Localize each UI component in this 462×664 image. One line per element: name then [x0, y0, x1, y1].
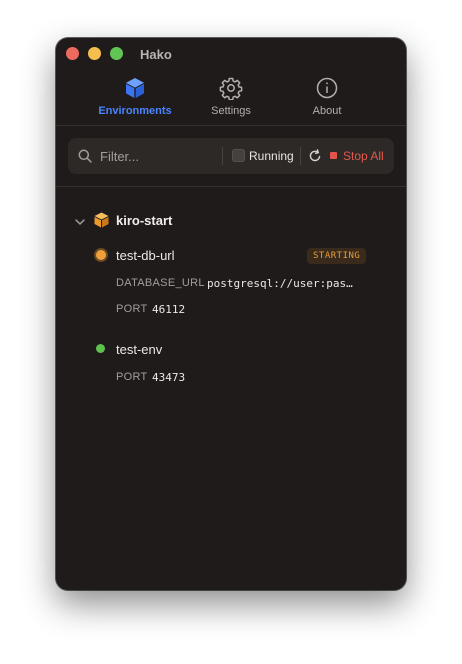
running-checkbox[interactable] [232, 149, 245, 162]
toolbar-separator [300, 147, 301, 165]
tab-label: Environments [98, 105, 172, 117]
tab-bar: Environments Settings About [56, 76, 406, 126]
stop-all-button[interactable]: Stop All [343, 149, 384, 163]
info-icon [316, 77, 338, 99]
chevron-down-icon[interactable] [74, 216, 86, 228]
status-dot-running [96, 344, 105, 353]
close-window-button[interactable] [66, 47, 79, 60]
running-filter-label[interactable]: Running [249, 149, 294, 163]
tab-about[interactable]: About [282, 76, 372, 117]
title-bar: Hako [56, 38, 406, 70]
tab-divider [56, 125, 406, 126]
minimize-window-button[interactable] [88, 47, 101, 60]
tab-environments[interactable]: Environments [90, 76, 180, 117]
status-dot-starting [96, 250, 106, 260]
package-icon [94, 212, 109, 228]
tab-label: Settings [211, 105, 251, 117]
cube-icon [126, 78, 144, 98]
search-icon [78, 149, 92, 163]
env-var-value: 43473 [152, 371, 186, 384]
environment-name[interactable]: test-env [116, 342, 162, 357]
status-badge: STARTING [307, 248, 367, 264]
window-title: Hako [140, 47, 172, 62]
env-var-value: 46112 [152, 303, 186, 316]
toolbar-separator [222, 147, 223, 165]
group-name: kiro-start [116, 213, 173, 228]
zoom-window-button[interactable] [110, 47, 123, 60]
env-var-key: PORT [116, 303, 148, 315]
gear-icon [219, 77, 243, 100]
stop-icon [330, 152, 337, 159]
filter-input[interactable] [100, 146, 218, 166]
filter-toolbar: Running Stop All [68, 138, 394, 174]
toolbar-divider [56, 186, 406, 187]
refresh-icon[interactable] [308, 149, 322, 163]
environment-group-header[interactable]: kiro-start [74, 212, 374, 232]
tab-settings[interactable]: Settings [186, 76, 276, 117]
tab-label: About [312, 105, 342, 117]
env-var-key: DATABASE_URL [116, 277, 205, 289]
app-window: Hako Environments Settings About Filter.… [56, 38, 406, 590]
env-var-value: postgresql://user:pas… [207, 277, 353, 290]
env-var-key: PORT [116, 371, 148, 383]
environment-name[interactable]: test-db-url [116, 248, 175, 263]
